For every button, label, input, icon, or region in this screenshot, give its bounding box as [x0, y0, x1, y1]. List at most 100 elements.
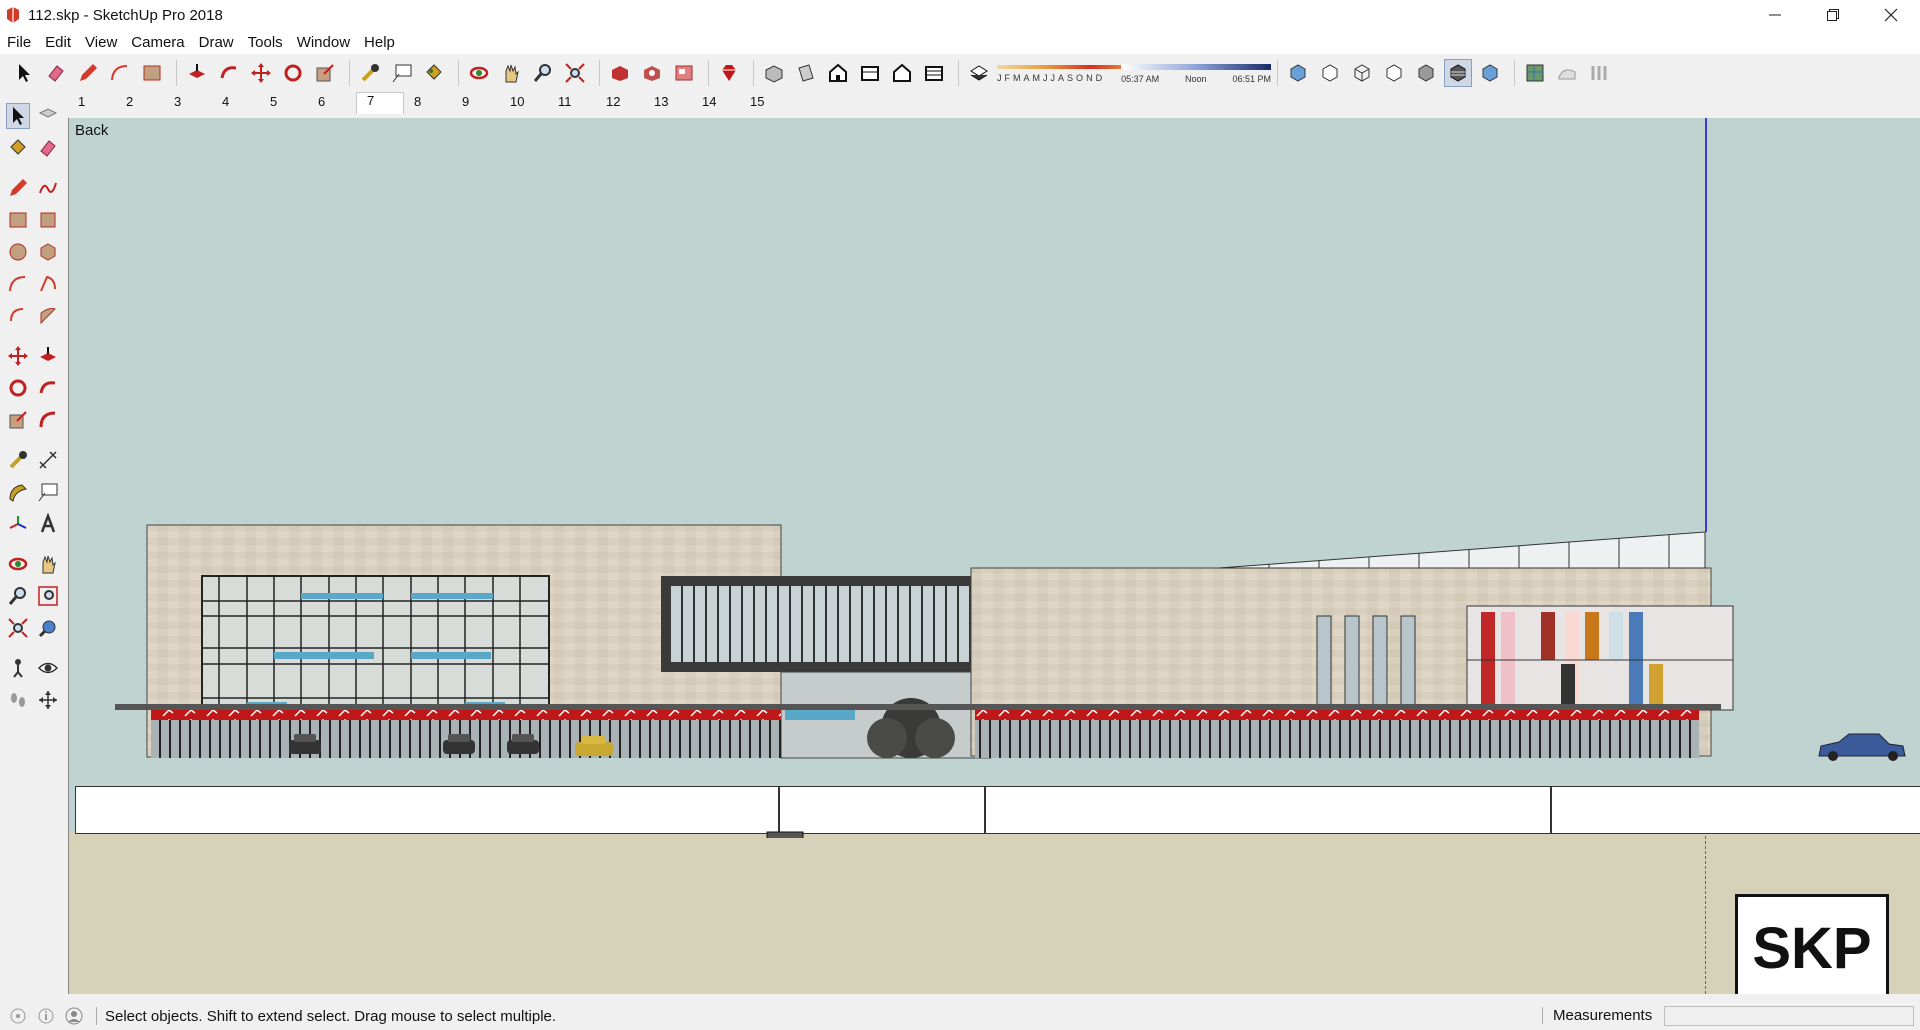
orbit-tool-button[interactable]	[6, 551, 30, 577]
shadow-time-slider[interactable]: 05:37 AM Noon 06:51 PM	[1121, 62, 1272, 84]
scene-tab-1[interactable]: 1	[68, 94, 116, 114]
scale-tool-button[interactable]	[311, 59, 339, 87]
freehand-tool-button[interactable]	[36, 175, 60, 201]
text-tool-button[interactable]	[36, 479, 60, 505]
circle-tool-button[interactable]	[6, 239, 30, 265]
three-point-arc-tool-button[interactable]	[6, 303, 30, 329]
look-around-button[interactable]	[36, 655, 60, 681]
3d-text-tool-button[interactable]	[36, 511, 60, 537]
rectangle-tool-button[interactable]	[138, 59, 166, 87]
scene-tab-3[interactable]: 3	[164, 94, 212, 114]
wireframe-button[interactable]	[1348, 59, 1376, 87]
layout-button[interactable]	[670, 59, 698, 87]
zoom-tool-button[interactable]	[6, 583, 30, 609]
extension-warehouse-button[interactable]	[638, 59, 666, 87]
xray-button[interactable]	[1284, 59, 1312, 87]
line-tool-button[interactable]	[6, 175, 30, 201]
dimension-tool-button[interactable]	[36, 447, 60, 473]
push-pull-tool-button[interactable]	[183, 59, 211, 87]
scene-tab-12[interactable]: 12	[596, 94, 644, 114]
menu-camera[interactable]: Camera	[124, 34, 191, 51]
shadow-month-slider[interactable]: J F M A M J J A S O N D	[997, 63, 1137, 83]
text-tool-button[interactable]	[388, 59, 416, 87]
rotate-tool-button[interactable]	[6, 375, 30, 401]
offset-tool-button[interactable]	[36, 407, 60, 433]
two-point-arc-tool-button[interactable]	[36, 271, 60, 297]
top-view-button[interactable]	[792, 59, 820, 87]
shaded-button[interactable]	[1412, 59, 1440, 87]
zoom-extents-tool-button[interactable]	[561, 59, 589, 87]
right-view-button[interactable]	[856, 59, 884, 87]
tape-measure-tool-button[interactable]	[6, 447, 30, 473]
3d-warehouse-button[interactable]	[606, 59, 634, 87]
follow-me-tool-button[interactable]	[36, 375, 60, 401]
zoom-tool-button[interactable]	[529, 59, 557, 87]
pie-tool-button[interactable]	[36, 303, 60, 329]
sandbox-button[interactable]	[1553, 59, 1581, 87]
minimize-button[interactable]	[1746, 0, 1804, 30]
rotate-tool-button[interactable]	[279, 59, 307, 87]
eraser-tool-button[interactable]	[36, 135, 60, 161]
account-button[interactable]	[64, 1006, 84, 1026]
menu-help[interactable]: Help	[357, 34, 402, 51]
select-tool-button[interactable]	[10, 59, 38, 87]
scene-tab-15[interactable]: 15	[740, 94, 788, 114]
menu-file[interactable]: File	[0, 34, 38, 51]
position-camera-button[interactable]	[6, 655, 30, 681]
measurements-input[interactable]	[1664, 1006, 1914, 1026]
arc-tool-button[interactable]	[106, 59, 134, 87]
menu-edit[interactable]: Edit	[38, 34, 78, 51]
scene-tab-11[interactable]: 11	[548, 94, 596, 114]
pencil-tool-button[interactable]	[74, 59, 102, 87]
scale-tool-button[interactable]	[6, 407, 30, 433]
scene-tab-14[interactable]: 14	[692, 94, 740, 114]
protractor-tool-button[interactable]	[6, 479, 30, 505]
rectangle-tool-button[interactable]	[6, 207, 30, 233]
axes-tool-button[interactable]	[6, 511, 30, 537]
previous-view-button[interactable]	[36, 615, 60, 641]
terrain-button[interactable]	[1585, 59, 1613, 87]
follow-me-tool-button[interactable]	[215, 59, 243, 87]
shaded-textures-button[interactable]	[1444, 59, 1473, 87]
close-button[interactable]	[1862, 0, 1920, 30]
menu-tools[interactable]: Tools	[241, 34, 290, 51]
iso-view-button[interactable]	[760, 59, 788, 87]
select-tool-button[interactable]	[6, 103, 31, 129]
ruby-console-button[interactable]	[715, 59, 743, 87]
scene-tab-2[interactable]: 2	[116, 94, 164, 114]
zoom-window-tool-button[interactable]	[36, 583, 60, 609]
arc-tool-button[interactable]	[6, 271, 30, 297]
walk-button[interactable]	[6, 687, 30, 713]
back-view-button[interactable]	[888, 59, 916, 87]
section-plane-button[interactable]	[36, 687, 60, 713]
scene-tab-4[interactable]: 4	[212, 94, 260, 114]
shadows-toggle-button[interactable]	[965, 59, 993, 87]
pan-tool-button[interactable]	[36, 551, 60, 577]
paint-bucket-tool-button[interactable]	[420, 59, 448, 87]
scene-tab-10[interactable]: 10	[500, 94, 548, 114]
menu-window[interactable]: Window	[290, 34, 357, 51]
geo-location-button[interactable]	[8, 1006, 28, 1026]
scene-tab-8[interactable]: 8	[404, 94, 452, 114]
tape-measure-tool-button[interactable]	[356, 59, 384, 87]
polygon-tool-button[interactable]	[36, 239, 60, 265]
scene-tab-7[interactable]: 7	[356, 92, 404, 114]
scene-tab-13[interactable]: 13	[644, 94, 692, 114]
move-tool-button[interactable]	[247, 59, 275, 87]
rotated-rectangle-tool-button[interactable]	[36, 207, 60, 233]
scene-tab-6[interactable]: 6	[308, 94, 356, 114]
left-view-button[interactable]	[920, 59, 948, 87]
menu-view[interactable]: View	[78, 34, 124, 51]
orbit-tool-button[interactable]	[465, 59, 493, 87]
make-component-button[interactable]	[36, 103, 60, 129]
eraser-tool-button[interactable]	[42, 59, 70, 87]
monochrome-button[interactable]	[1476, 59, 1504, 87]
zoom-extents-tool-button[interactable]	[6, 615, 30, 641]
menu-draw[interactable]: Draw	[192, 34, 241, 51]
pan-tool-button[interactable]	[497, 59, 525, 87]
back-edges-button[interactable]	[1316, 59, 1344, 87]
scene-tab-9[interactable]: 9	[452, 94, 500, 114]
front-view-button[interactable]	[824, 59, 852, 87]
restore-button[interactable]	[1804, 0, 1862, 30]
hidden-line-button[interactable]	[1380, 59, 1408, 87]
